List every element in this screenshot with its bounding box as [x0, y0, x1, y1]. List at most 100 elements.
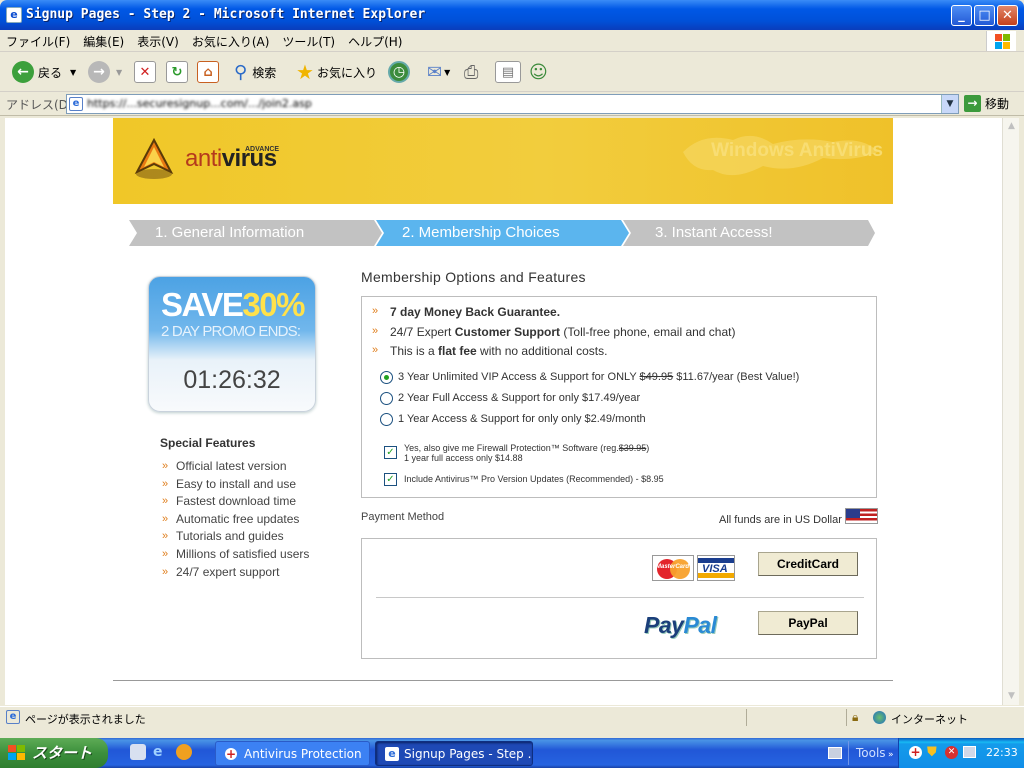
forward-arrow-icon: → — [88, 61, 110, 83]
plan-1-year-radio[interactable] — [380, 413, 393, 426]
start-button[interactable]: スタート — [0, 738, 108, 768]
menu-view[interactable]: 表示(V) — [131, 30, 186, 52]
go-button[interactable]: → 移動 — [964, 95, 1009, 112]
visa-icon: VISA — [697, 555, 735, 581]
feature-flat-fee: This is a flat fee with no additional co… — [372, 344, 607, 358]
forward-dropdown-icon[interactable]: ▼ — [116, 68, 122, 77]
search-button[interactable]: ⚲ 検索 — [234, 60, 276, 84]
firewall-addon-option[interactable]: ✓ Yes, also give me Firewall Protection™ … — [384, 443, 649, 463]
special-features-list: Official latest version Easy to install … — [162, 458, 309, 581]
payment-method-label: Payment Method — [361, 511, 445, 523]
messenger-button[interactable]: ☺ — [529, 60, 548, 84]
show-desktop-icon[interactable] — [130, 744, 146, 760]
internet-zone-icon — [873, 711, 886, 724]
stop-icon: ✕ — [134, 61, 156, 83]
menu-help[interactable]: ヘルプ(H) — [342, 30, 409, 52]
pro-updates-addon-option[interactable]: ✓ Include Antivirus™ Pro Version Updates … — [384, 473, 664, 486]
banner-watermark-text: Windows AntiVirus — [711, 140, 883, 161]
plan-3-year-text: 3 Year Unlimited VIP Access & Support fo… — [398, 371, 640, 383]
toolbar-chevron-icon[interactable]: » — [888, 750, 894, 760]
menu-file[interactable]: ファイル(F) — [0, 30, 77, 52]
creditcard-button[interactable]: CreditCard — [758, 552, 858, 576]
plan-3-year-option[interactable]: 3 Year Unlimited VIP Access & Support fo… — [380, 371, 799, 384]
list-item: Fastest download time — [162, 493, 309, 511]
address-input[interactable]: e https://...securesignup...com/.../join… — [66, 94, 959, 114]
address-url: https://...securesignup...com/.../join2.… — [87, 97, 312, 110]
page-content: ADVANCE antivirus Windows AntiVirus 1. G… — [5, 118, 1002, 705]
plan-3-year-radio[interactable] — [380, 371, 393, 384]
security-zone-text: インターネット — [891, 713, 968, 726]
security-alert-icon[interactable]: ✕ — [945, 746, 958, 759]
print-button[interactable]: ⎙ — [464, 60, 478, 84]
logo-virus-text: virus — [221, 145, 277, 172]
footer-divider — [113, 680, 893, 681]
ie-quicklaunch-icon[interactable]: e — [153, 744, 163, 760]
list-item: 24/7 expert support — [162, 564, 309, 582]
address-label: アドレス(D) — [6, 98, 73, 112]
step-membership-choices: 2. Membership Choices — [402, 224, 560, 241]
status-text: ページが表示されました — [25, 713, 146, 726]
back-dropdown-icon[interactable]: ▼ — [70, 68, 76, 77]
edit-button[interactable]: ▤ — [495, 60, 521, 84]
taskbar: スタート e + Antivirus Protection e Signup P… — [0, 738, 1024, 768]
site-banner: ADVANCE antivirus Windows AntiVirus — [113, 118, 893, 204]
menu-tools[interactable]: ツール(T) — [276, 30, 342, 52]
keyboard-icon[interactable] — [828, 747, 842, 759]
stop-button[interactable]: ✕ — [134, 60, 156, 84]
scroll-up-icon[interactable]: ▲ — [1004, 119, 1019, 134]
plan-2-year-option[interactable]: 2 Year Full Access & Support for only $1… — [380, 392, 640, 405]
feature-support-bold: Customer Support — [454, 325, 561, 339]
security-shield-icon[interactable]: ⛊ — [927, 745, 937, 760]
network-icon[interactable] — [963, 746, 976, 758]
paypal-button[interactable]: PayPal — [758, 611, 858, 635]
feature-flat-fee-bold: flat fee — [438, 344, 477, 358]
task-signup-pages[interactable]: e Signup Pages - Step ... — [375, 741, 533, 766]
funds-currency-note: All funds are in US Dollar — [719, 514, 842, 526]
scroll-down-icon[interactable]: ▼ — [1004, 689, 1019, 704]
antivirus-logo-icon — [134, 137, 174, 179]
pro-updates-checkbox[interactable]: ✓ — [384, 473, 397, 486]
maximize-button[interactable]: □ — [974, 5, 995, 26]
promo-save-text: SAVE30% — [161, 287, 305, 323]
start-label: スタート — [32, 744, 93, 762]
firewall-addon-close: ) — [646, 443, 650, 453]
media-player-icon[interactable] — [176, 744, 192, 760]
list-item: Official latest version — [162, 458, 309, 476]
paypal-logo-pay: Pay — [644, 612, 684, 638]
menu-edit[interactable]: 編集(E) — [77, 30, 131, 52]
address-dropdown-icon[interactable]: ▼ — [941, 95, 958, 113]
tools-toolbar-label[interactable]: Tools — [856, 746, 886, 760]
vertical-scrollbar[interactable]: ▲ ▼ — [1002, 118, 1019, 705]
mail-button[interactable]: ✉ ▼ — [427, 60, 450, 84]
plan-2-year-radio[interactable] — [380, 392, 393, 405]
back-button[interactable]: ← 戻る ▼ — [12, 60, 76, 84]
antivirus-tray-icon[interactable]: + — [909, 746, 922, 759]
minimize-button[interactable]: _ — [951, 5, 972, 26]
close-button[interactable]: ✕ — [997, 5, 1018, 26]
windows-logo-icon — [986, 31, 1016, 51]
plan-1-year-option[interactable]: 1 Year Access & Support for only only $2… — [380, 413, 646, 426]
history-button[interactable]: ◷ — [388, 60, 410, 84]
list-item: Automatic free updates — [162, 511, 309, 529]
visa-text: VISA — [702, 563, 728, 575]
menu-favorites[interactable]: お気に入り(A) — [186, 30, 277, 52]
back-arrow-icon: ← — [12, 61, 34, 83]
forward-button[interactable]: → ▼ — [88, 60, 122, 84]
logo-anti-text: anti — [185, 145, 222, 172]
windows-logo-icon — [8, 745, 26, 761]
home-button[interactable]: ⌂ — [197, 60, 219, 84]
firewall-addon-checkbox[interactable]: ✓ — [384, 446, 397, 459]
promo-badge: SAVE30% 2 DAY PROMO ENDS: 01:26:32 — [148, 276, 316, 412]
home-icon: ⌂ — [197, 61, 219, 83]
clock[interactable]: 22:33 — [986, 746, 1018, 759]
refresh-button[interactable]: ↻ — [166, 60, 188, 84]
site-logo[interactable]: antivirus — [185, 144, 277, 174]
feature-support-post: (Toll-free phone, email and chat) — [560, 325, 736, 339]
task-antivirus-protection[interactable]: + Antivirus Protection — [215, 741, 370, 766]
title-bar: e Signup Pages - Step 2 - Microsoft Inte… — [0, 0, 1024, 30]
firewall-addon-old-price: $39.95 — [618, 443, 647, 453]
page-icon: e — [69, 97, 83, 111]
favorites-button[interactable]: ★ お気に入り — [296, 60, 377, 84]
mail-dropdown-icon[interactable]: ▼ — [444, 68, 450, 77]
feature-support: 24/7 Expert Customer Support (Toll-free … — [372, 325, 736, 339]
